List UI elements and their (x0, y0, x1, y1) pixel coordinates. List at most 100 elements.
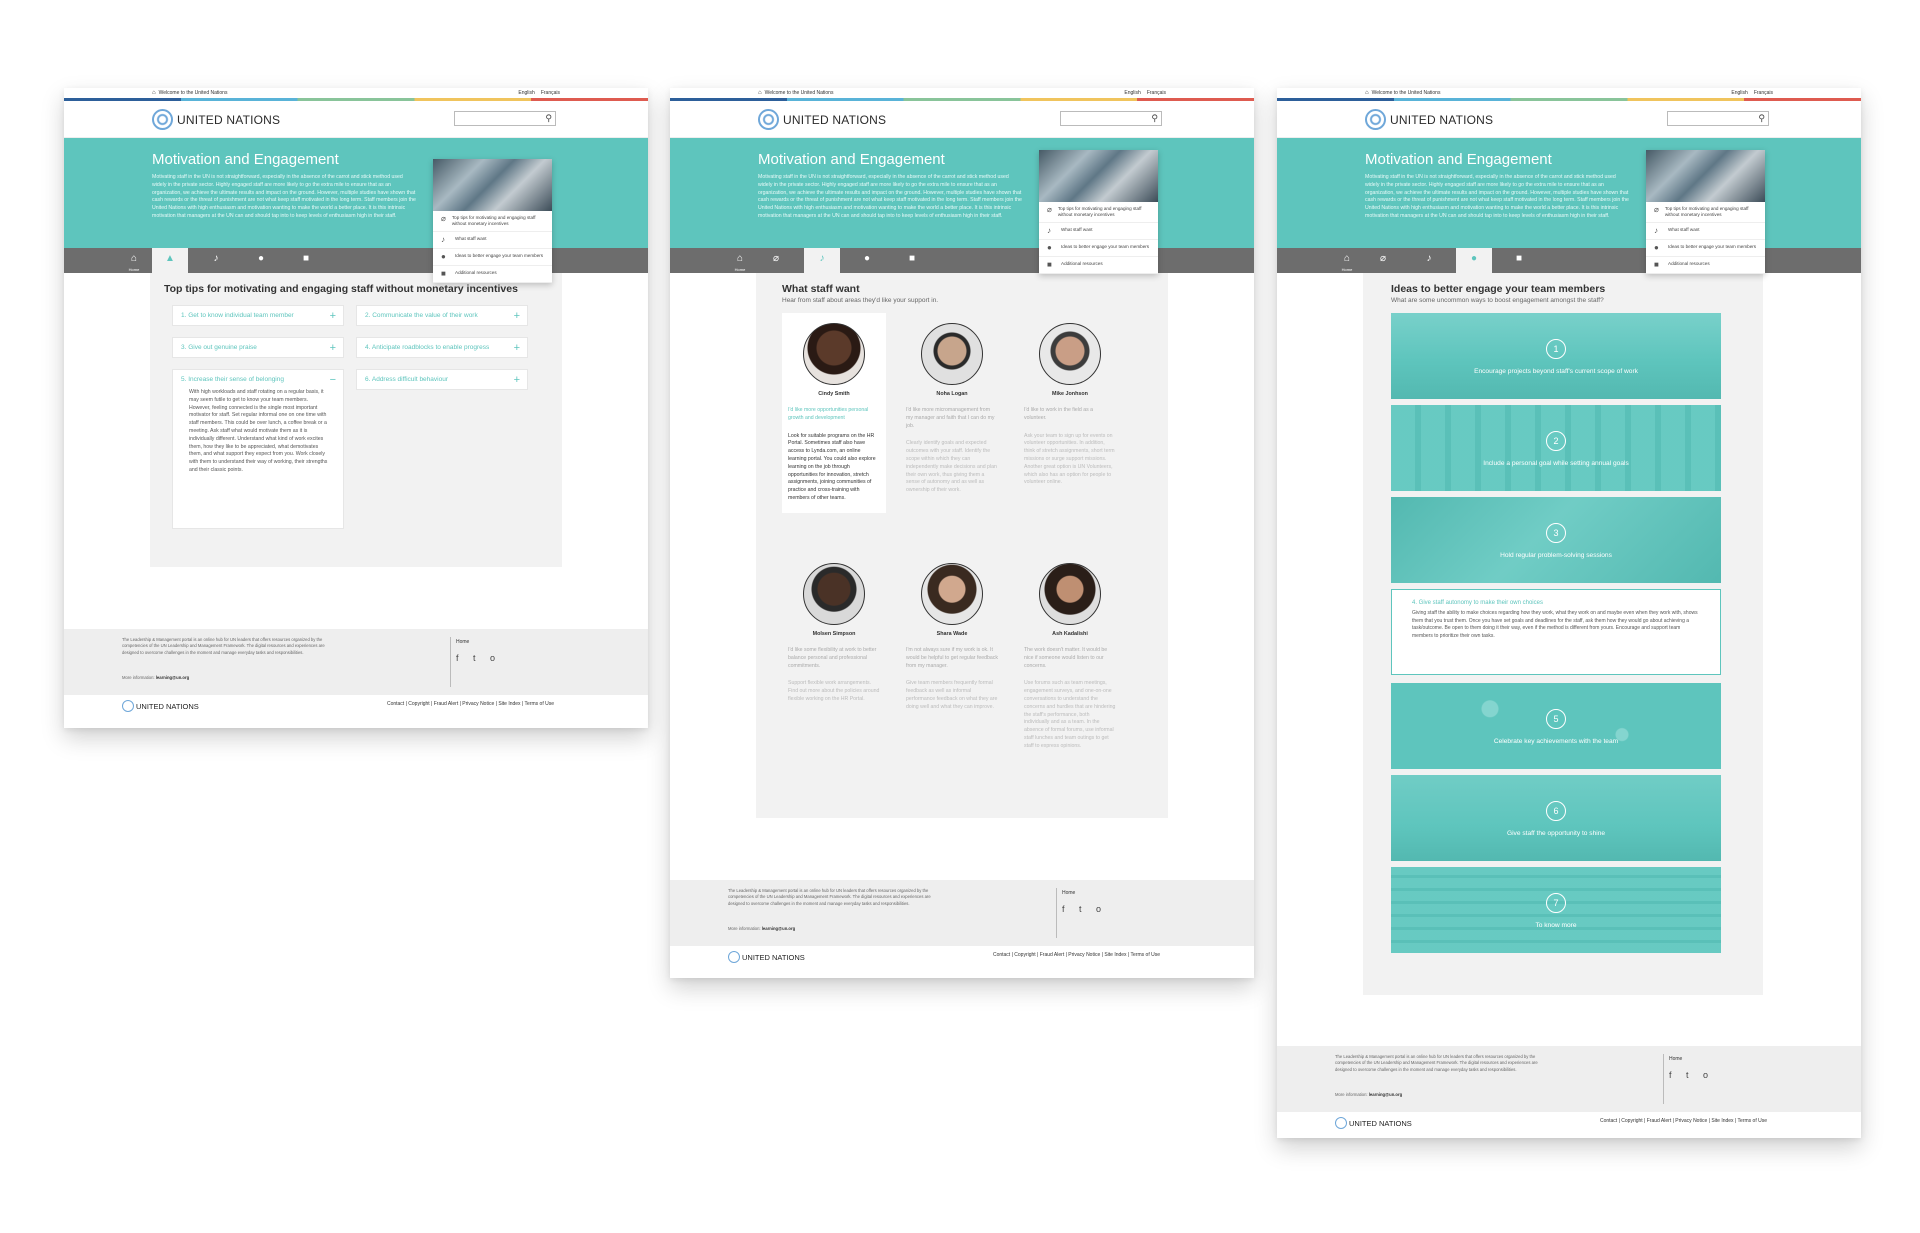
menu-item-staff-want[interactable]: ♪ What staff want (1039, 223, 1158, 241)
welcome-link[interactable]: Welcome to the United Nations (159, 90, 228, 96)
tip-4[interactable]: 4. Anticipate roadblocks to enable progr… (356, 337, 528, 358)
nav-home[interactable]: ⌂ Home (116, 248, 152, 273)
idea-card-3[interactable]: 3 Hold regular problem-solving sessions (1391, 497, 1721, 583)
home-icon[interactable]: ⌂ (1365, 90, 1369, 96)
social-icons[interactable]: f t o (1669, 1070, 1714, 1080)
hero-intro: Motivating staff in the UN is not straig… (758, 174, 1022, 219)
nav-tips[interactable]: ⌀ (1365, 248, 1401, 273)
nav-ideas[interactable]: ● (1456, 248, 1492, 273)
social-icons[interactable]: f t o (1062, 904, 1107, 914)
tip-3[interactable]: 3. Give out genuine praise + (172, 337, 344, 358)
nav-home[interactable]: ⌂ Home (722, 248, 758, 273)
lightbulb-icon: ● (863, 253, 871, 264)
hero-banner: Motivation and Engagement Motivating sta… (670, 138, 1254, 248)
idea-card-1[interactable]: 1 Encourage projects beyond staff's curr… (1391, 313, 1721, 399)
footer-home-link[interactable]: Home (456, 639, 469, 645)
welcome-link[interactable]: Welcome to the United Nations (765, 90, 834, 96)
footer-home-link[interactable]: Home (1669, 1056, 1682, 1062)
lang-english[interactable]: English (518, 90, 534, 96)
tip-5-expanded[interactable]: 5. Increase their sense of belonging − Wi… (172, 369, 344, 529)
footer-un-logo[interactable]: UNITED NATIONS (728, 951, 805, 963)
plus-icon[interactable]: + (330, 342, 336, 354)
nav-staff-want[interactable]: ♪ (1411, 248, 1447, 273)
nav-staff-want[interactable]: ♪ (198, 248, 234, 273)
footer-links[interactable]: Contact | Copyright | Fraud Alert | Priv… (387, 701, 554, 707)
footer-email[interactable]: learning@un.org (156, 675, 189, 680)
nav-resources[interactable]: ■ (288, 248, 324, 273)
menu-item-ideas[interactable]: ● Ideas to better engage your team member… (1646, 240, 1765, 258)
tip-1[interactable]: 1. Get to know individual team member + (172, 305, 344, 326)
nav-home[interactable]: ⌂ Home (1329, 248, 1365, 273)
search-icon[interactable]: ⚲ (1151, 113, 1158, 124)
top-utility-bar: ⌂ Welcome to the United Nations English Fr… (1277, 88, 1861, 98)
un-logo[interactable]: UNITED NATIONS (152, 109, 280, 130)
lang-english[interactable]: English (1731, 90, 1747, 96)
plus-icon[interactable]: + (330, 310, 336, 322)
home-icon[interactable]: ⌂ (758, 90, 762, 96)
home-icon[interactable]: ⌂ (152, 90, 156, 96)
idea-card-5[interactable]: 5 Celebrate key achievements with the te… (1391, 683, 1721, 769)
welcome-link[interactable]: Welcome to the United Nations (1372, 90, 1441, 96)
menu-item-ideas[interactable]: ● Ideas to better engage your team member… (1039, 240, 1158, 258)
nav-resources[interactable]: ■ (1501, 248, 1537, 273)
footer-email[interactable]: learning@un.org (1369, 1092, 1402, 1097)
staff-card[interactable]: Mike Jonhson I'd like to work in the fie… (1018, 313, 1122, 497)
nav-resources[interactable]: ■ (894, 248, 930, 273)
footer-links[interactable]: Contact | Copyright | Fraud Alert | Priv… (1600, 1118, 1767, 1124)
menu-item-tips[interactable]: ⌀ Top tips for motivating and engaging st… (1646, 202, 1765, 224)
staff-card[interactable]: Cindy Smith I'd like more opportunities … (782, 313, 886, 513)
lang-french[interactable]: Français (1147, 90, 1166, 96)
un-logo[interactable]: UNITED NATIONS (758, 109, 886, 130)
nav-staff-want[interactable]: ♪ (804, 248, 840, 273)
search-input[interactable]: ⚲ (1667, 111, 1769, 126)
staff-card[interactable]: Noha Logan I'd like more micromanagement… (900, 313, 1004, 505)
staff-card[interactable]: Ash Kadalishi The work doesn't matter. I… (1018, 553, 1122, 761)
staff-quote: I'm not always sure if my work is ok. It… (906, 647, 998, 669)
staff-card[interactable]: Shara Wade I'm not always sure if my wor… (900, 553, 1004, 722)
menu-item-resources[interactable]: ■ Additional resources (1039, 257, 1158, 275)
plus-icon[interactable]: + (514, 310, 520, 322)
footer-email[interactable]: learning@un.org (762, 926, 795, 931)
un-logo[interactable]: UNITED NATIONS (1365, 109, 1493, 130)
org-name: UNITED NATIONS (177, 112, 281, 127)
plus-icon[interactable]: + (514, 342, 520, 354)
nav-tips[interactable]: ⌀ (758, 248, 794, 273)
footer-un-logo[interactable]: UNITED NATIONS (122, 700, 199, 712)
nav-ideas[interactable]: ● (849, 248, 885, 273)
plus-icon[interactable]: + (514, 374, 520, 386)
staff-card[interactable]: Molsen Simpson I'd like some flexibility… (782, 553, 886, 714)
menu-item-resources[interactable]: ■ Additional resources (1646, 257, 1765, 275)
idea-card-2[interactable]: 2 Include a personal goal while setting … (1391, 405, 1721, 491)
footer-un-logo[interactable]: UNITED NATIONS (1335, 1117, 1412, 1129)
social-icons[interactable]: f t o (456, 653, 501, 663)
search-input[interactable]: ⚲ (454, 111, 556, 126)
idea-card-6[interactable]: 6 Give staff the opportunity to shine (1391, 775, 1721, 861)
menu-item-staff-want[interactable]: ♪ What staff want (1646, 223, 1765, 241)
menu-item-label: Top tips for motivating and engaging sta… (451, 215, 536, 227)
idea-label: To know more (1535, 922, 1577, 929)
tip-2[interactable]: 2. Communicate the value of their work + (356, 305, 528, 326)
nav-tips[interactable]: ▲ (152, 248, 188, 273)
menu-item-ideas[interactable]: ● Ideas to better engage your team member… (433, 249, 552, 267)
sub-footer: UNITED NATIONS Contact | Copyright | Fra… (64, 695, 648, 719)
nav-ideas[interactable]: ● (243, 248, 279, 273)
minus-icon[interactable]: − (330, 374, 336, 386)
lang-english[interactable]: English (1124, 90, 1140, 96)
site-header: UNITED NATIONS ⚲ (64, 101, 648, 138)
idea-card-7[interactable]: 7 To know more (1391, 867, 1721, 953)
search-icon[interactable]: ⚲ (545, 113, 552, 124)
staff-advice: Give team members frequently formal feed… (906, 680, 998, 710)
footer-home-link[interactable]: Home (1062, 890, 1075, 896)
footer-links[interactable]: Contact | Copyright | Fraud Alert | Priv… (993, 952, 1160, 958)
search-icon[interactable]: ⚲ (1758, 113, 1765, 124)
lang-french[interactable]: Français (1754, 90, 1773, 96)
search-input[interactable]: ⚲ (1060, 111, 1162, 126)
idea-card-4-expanded[interactable]: 4. Give staff autonomy to make their own… (1391, 589, 1721, 675)
menu-item-tips[interactable]: ⌀ Top tips for motivating and engaging st… (433, 211, 552, 233)
menu-item-resources[interactable]: ■ Additional resources (433, 266, 552, 284)
lang-french[interactable]: Français (541, 90, 560, 96)
tip-6[interactable]: 6. Address difficult behaviour + (356, 369, 528, 390)
menu-item-tips[interactable]: ⌀ Top tips for motivating and engaging st… (1039, 202, 1158, 224)
un-emblem-icon (1365, 109, 1386, 130)
menu-item-staff-want[interactable]: ♪ What staff want (433, 232, 552, 250)
